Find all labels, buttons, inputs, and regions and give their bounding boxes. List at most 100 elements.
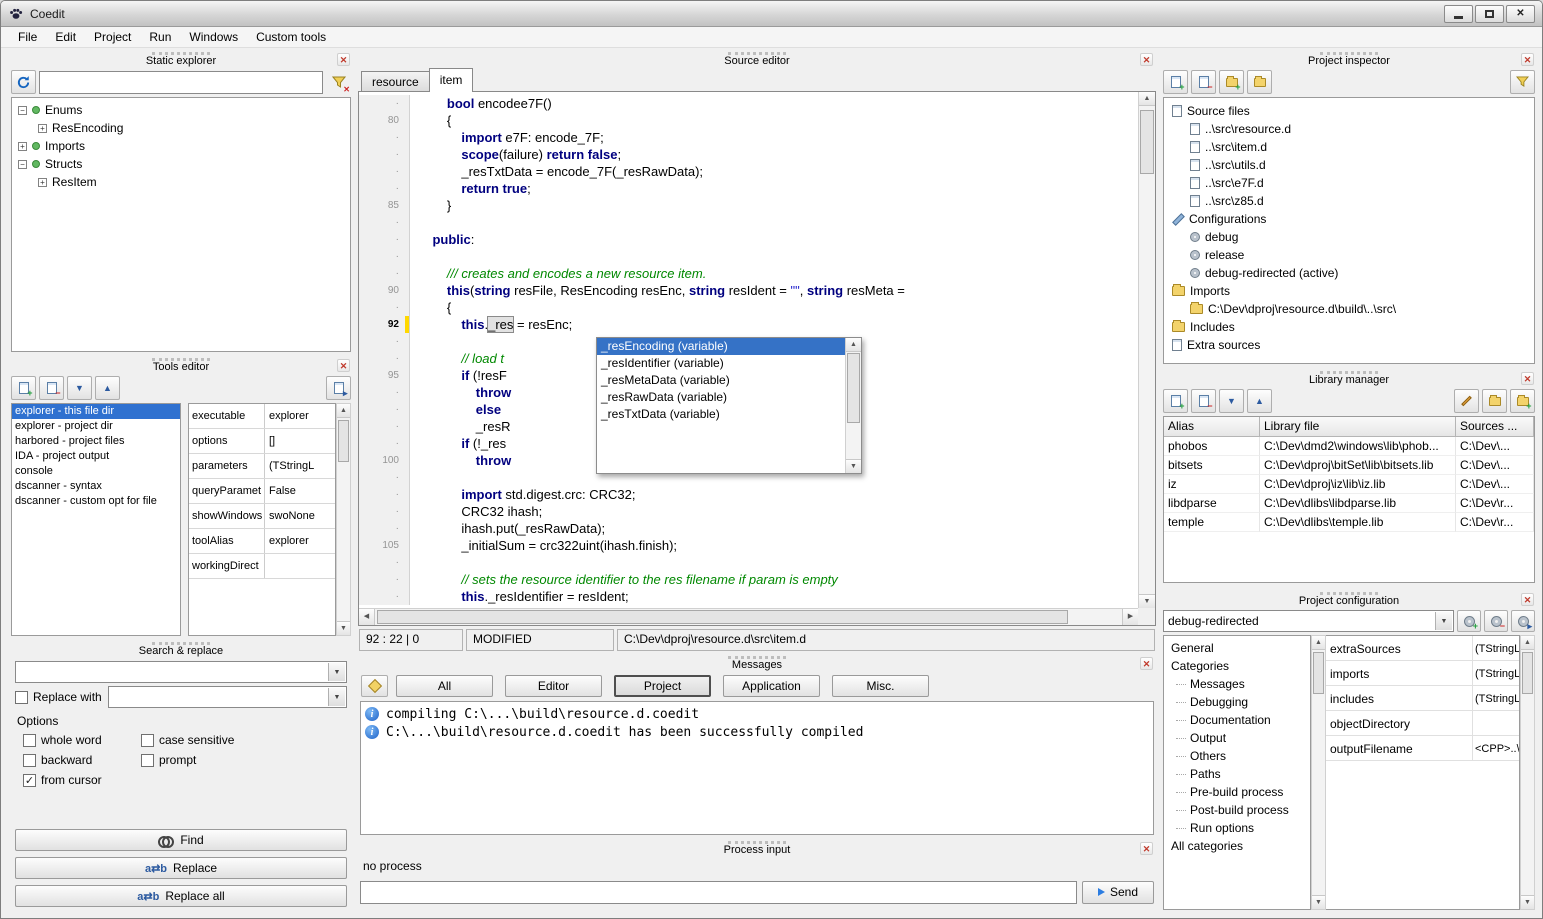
panel-close-icon[interactable]: ✕ [337, 359, 350, 372]
tree-item-c-dev-dproj-resource-d-build-src[interactable]: C:\Dev\dproj\resource.d\build\..\src\ [1164, 300, 1534, 318]
completion-item[interactable]: _resEncoding (variable) [597, 338, 845, 355]
property-value[interactable]: <CPP>..\ [1473, 736, 1519, 760]
property-row[interactable]: objectDirectory [1326, 711, 1519, 736]
tree-item-release[interactable]: release [1164, 246, 1534, 264]
category-paths[interactable]: Paths [1164, 765, 1310, 783]
filter-button-editor[interactable]: Editor [505, 675, 602, 697]
list-item[interactable]: dscanner - custom opt for file [12, 494, 180, 509]
table-row[interactable]: bitsetsC:\Dev\dproj\bitSet\lib\bitsets.l… [1164, 456, 1534, 475]
panel-close-icon[interactable]: ✕ [1140, 53, 1153, 66]
scroll-thumb[interactable] [338, 420, 349, 462]
config-category-tree[interactable]: GeneralCategoriesMessagesDebuggingDocume… [1163, 635, 1311, 910]
tree-item-extra-sources[interactable]: Extra sources [1164, 336, 1534, 354]
property-value[interactable]: False [265, 479, 335, 503]
property-value[interactable]: (TStringL [1473, 686, 1519, 710]
category-documentation[interactable]: Documentation [1164, 711, 1310, 729]
remove-library-button[interactable]: − [1191, 389, 1216, 413]
panel-close-icon[interactable]: ✕ [1140, 842, 1153, 855]
property-row[interactable]: toolAliasexplorer [189, 529, 335, 554]
category-pre-build-process[interactable]: Pre-build process [1164, 783, 1310, 801]
add-library-button[interactable]: + [1163, 389, 1188, 413]
search-term-combobox[interactable]: ▼ [15, 661, 347, 683]
menu-item-windows[interactable]: Windows [180, 28, 247, 46]
property-row[interactable]: queryParametFalse [189, 479, 335, 504]
property-row[interactable]: outputFilename<CPP>..\ [1326, 736, 1519, 761]
add-folder-button[interactable]: + [1219, 70, 1244, 94]
tree-item-configurations[interactable]: Configurations [1164, 210, 1534, 228]
execute-tool-button[interactable]: ▸ [326, 376, 351, 400]
scroll-thumb[interactable] [1522, 652, 1533, 694]
checkbox-backward[interactable]: backward [23, 750, 141, 770]
property-value[interactable]: explorer [265, 529, 335, 553]
filter-sources-button[interactable] [1510, 70, 1535, 94]
replace-button[interactable]: a⇄b Replace [15, 857, 347, 879]
add-library-folder-button[interactable]: + [1510, 389, 1535, 413]
tools-prop-grid[interactable]: executableexploreroptions[]parameters(TS… [188, 403, 336, 636]
tree-item-src-e7f-d[interactable]: ..\src\e7F.d [1164, 174, 1534, 192]
scroll-up-icon[interactable]: ▲ [1312, 636, 1325, 650]
property-row[interactable]: executableexplorer [189, 404, 335, 429]
property-value[interactable]: swoNone [265, 504, 335, 528]
filter-button-misc[interactable]: Misc. [832, 675, 929, 697]
minimize-button[interactable] [1444, 5, 1473, 23]
scroll-thumb[interactable] [377, 610, 1068, 624]
table-row[interactable]: izC:\Dev\dproj\iz\lib\iz.libC:\Dev\... [1164, 475, 1534, 494]
panel-close-icon[interactable]: ✕ [1521, 593, 1534, 606]
expand-icon[interactable]: + [38, 178, 47, 187]
completion-item[interactable]: _resMetaData (variable) [597, 372, 845, 389]
chevron-down-icon[interactable]: ▼ [328, 688, 345, 706]
scroll-left-icon[interactable]: ◀ [359, 609, 375, 625]
tools-scrollbar[interactable]: ▲ ▼ [336, 403, 351, 636]
expand-icon[interactable]: − [18, 160, 27, 169]
scroll-up-icon[interactable]: ▲ [1139, 92, 1155, 106]
property-row[interactable]: includes(TStringL [1326, 686, 1519, 711]
completion-item[interactable]: _resRawData (variable) [597, 389, 845, 406]
scroll-down-icon[interactable]: ▼ [1312, 895, 1325, 909]
library-table-body[interactable]: phobosC:\Dev\dmd2\windows\lib\phob...C:\… [1164, 437, 1534, 532]
expand-icon[interactable]: + [18, 142, 27, 151]
tree-item-source-files[interactable]: Source files [1164, 102, 1534, 120]
move-tool-up-button[interactable]: ▲ [95, 376, 120, 400]
menu-item-edit[interactable]: Edit [46, 28, 85, 46]
symbol-search-input[interactable] [39, 71, 323, 94]
replace-with-combobox[interactable]: ▼ [108, 686, 347, 708]
splitter[interactable] [181, 403, 188, 636]
panel-close-icon[interactable]: ✕ [1521, 53, 1534, 66]
completion-list[interactable]: _resEncoding (variable)_resIdentifier (v… [597, 338, 845, 473]
scroll-down-icon[interactable]: ▼ [1521, 895, 1534, 909]
property-row[interactable]: showWindowsswoNone [189, 504, 335, 529]
checkbox-whole-word[interactable]: whole word [23, 730, 141, 750]
tree-item-includes[interactable]: Includes [1164, 318, 1534, 336]
completion-scrollbar[interactable]: ▲ ▼ [845, 338, 861, 473]
checkbox-from-cursor[interactable]: ✓from cursor [23, 770, 141, 790]
menu-item-custom-tools[interactable]: Custom tools [247, 28, 335, 46]
property-value[interactable]: explorer [265, 404, 335, 428]
add-source-button[interactable]: + [1163, 70, 1188, 94]
property-value[interactable]: (TStringL [265, 454, 335, 478]
filter-button-project[interactable]: Project [614, 675, 711, 697]
table-row[interactable]: phobosC:\Dev\dmd2\windows\lib\phob...C:\… [1164, 437, 1534, 456]
chevron-down-icon[interactable]: ▼ [328, 663, 345, 681]
scroll-down-icon[interactable]: ▼ [337, 621, 350, 635]
refresh-button[interactable] [11, 70, 36, 94]
category-post-build-process[interactable]: Post-build process [1164, 801, 1310, 819]
property-row[interactable]: options[] [189, 429, 335, 454]
property-row[interactable]: extraSources(TStringL [1326, 636, 1519, 661]
property-row[interactable]: imports(TStringL [1326, 661, 1519, 686]
tree-item-resencoding[interactable]: +ResEncoding [12, 119, 350, 137]
menu-item-run[interactable]: Run [140, 28, 180, 46]
add-config-button[interactable]: + [1457, 610, 1481, 632]
tab-resource[interactable]: resource [361, 71, 430, 91]
list-item[interactable]: console [12, 464, 180, 479]
tree-item-structs[interactable]: −Structs [12, 155, 350, 173]
static-explorer-tree[interactable]: −Enums+ResEncoding+Imports−Structs+ResIt… [11, 97, 351, 352]
category-all-categories[interactable]: All categories [1164, 837, 1310, 855]
table-row[interactable]: templeC:\Dev\dlibs\temple.libC:\Dev\r... [1164, 513, 1534, 532]
tree-item-src-item-d[interactable]: ..\src\item.d [1164, 138, 1534, 156]
replace-with-checkbox[interactable]: Replace with [15, 687, 102, 707]
panel-close-icon[interactable]: ✕ [1521, 372, 1534, 385]
edit-library-button[interactable] [1454, 389, 1479, 413]
messages-list[interactable]: icompiling C:\...\build\resource.d.coedi… [360, 701, 1154, 835]
property-value[interactable] [265, 554, 335, 578]
move-library-up-button[interactable]: ▲ [1247, 389, 1272, 413]
